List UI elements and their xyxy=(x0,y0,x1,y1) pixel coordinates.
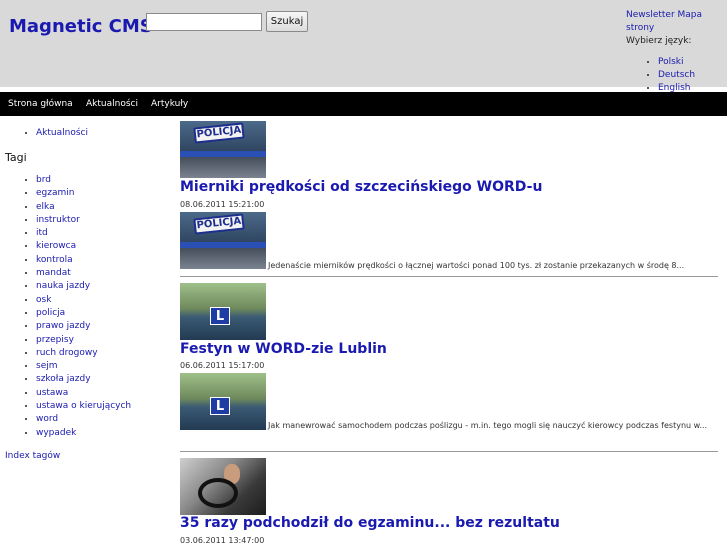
thumbnail-stripe xyxy=(180,242,266,248)
tag-item: egzamin xyxy=(36,187,175,200)
tag-link[interactable]: brd xyxy=(36,175,51,185)
tag-item: przepisy xyxy=(36,334,175,347)
header-links: Newsletter Mapa strony Wybierz język: Po… xyxy=(626,9,727,95)
nav-item-articles[interactable]: Artykuły xyxy=(151,99,188,109)
language-link-polski[interactable]: Polski xyxy=(658,57,684,67)
tag-item: osk xyxy=(36,294,175,307)
article-divider xyxy=(180,276,718,277)
tag-link[interactable]: przepisy xyxy=(36,335,74,345)
category-item: Aktualności xyxy=(36,127,88,140)
article-title[interactable]: 35 razy podchodził do egzaminu... bez re… xyxy=(180,515,560,531)
tag-item: ustawa o kierujących xyxy=(36,400,175,413)
header: Magnetic CMS Szukaj Newsletter Mapa stro… xyxy=(0,0,727,93)
article-date: 06.06.2011 15:17:00 xyxy=(180,361,265,370)
tag-item: instruktor xyxy=(36,214,175,227)
site-title[interactable]: Magnetic CMS xyxy=(9,16,153,37)
l-sign: L xyxy=(210,307,230,325)
tag-link[interactable]: egzamin xyxy=(36,188,74,198)
language-link-deutsch[interactable]: Deutsch xyxy=(658,70,695,80)
tag-link[interactable]: prawo jazdy xyxy=(36,321,90,331)
tag-index-link[interactable]: Index tagów xyxy=(5,451,60,461)
tag-link[interactable]: kontrola xyxy=(36,255,73,265)
article-lead: Jedenaście mierników prędkości o łącznej… xyxy=(268,261,685,270)
tag-item: kierowca xyxy=(36,240,175,253)
tag-link[interactable]: elka xyxy=(36,202,55,212)
tag-link[interactable]: nauka jazdy xyxy=(36,281,90,291)
article-date: 08.06.2011 15:21:00 xyxy=(180,200,265,209)
article-title[interactable]: Mierniki prędkości od szczecińskiego WOR… xyxy=(180,179,542,195)
article-lead-image[interactable]: POLICJA xyxy=(180,212,266,269)
l-sign: L xyxy=(210,397,230,415)
tag-link[interactable]: mandat xyxy=(36,268,71,278)
tag-item: kontrola xyxy=(36,254,175,267)
steering-wheel xyxy=(198,478,238,508)
tag-link[interactable]: policja xyxy=(36,308,65,318)
tag-link[interactable]: itd xyxy=(36,228,48,238)
choose-language-label: Wybierz język: xyxy=(626,36,692,46)
tag-link[interactable]: szkoła jazdy xyxy=(36,374,91,384)
article-thumbnail[interactable] xyxy=(180,458,266,515)
tag-item: prawo jazdy xyxy=(36,320,175,333)
police-sign: POLICJA xyxy=(193,213,245,235)
article-thumbnail[interactable]: POLICJA xyxy=(180,121,266,178)
tag-link[interactable]: ruch drogowy xyxy=(36,348,98,358)
tag-item: word xyxy=(36,413,175,426)
nav-item-home[interactable]: Strona główna xyxy=(8,99,73,109)
language-list: Polski Deutsch English xyxy=(626,56,727,95)
tag-item: elka xyxy=(36,201,175,214)
tag-link[interactable]: wypadek xyxy=(36,428,76,438)
tag-item: szkoła jazdy xyxy=(36,373,175,386)
article-lead: Jak manewrować samochodem podczas pośliz… xyxy=(268,421,708,430)
article-title[interactable]: Festyn w WORD-zie Lublin xyxy=(180,341,387,357)
language-item: Polski xyxy=(658,56,727,69)
language-item: Deutsch xyxy=(658,69,727,82)
tag-item: itd xyxy=(36,227,175,240)
tag-item: nauka jazdy xyxy=(36,280,175,293)
tag-item: ustawa xyxy=(36,387,175,400)
main-nav: Strona główna Aktualności Artykuły xyxy=(0,92,727,116)
tag-link[interactable]: word xyxy=(36,414,58,424)
search-button[interactable]: Szukaj xyxy=(266,11,308,32)
article-date: 03.06.2011 13:47:00 xyxy=(180,536,265,545)
tag-item: brd xyxy=(36,174,175,187)
tag-list: brd egzamin elka instruktor itd kierowca… xyxy=(0,174,175,440)
police-sign: POLICJA xyxy=(193,122,245,144)
tag-item: sejm xyxy=(36,360,175,373)
tag-link[interactable]: kierowca xyxy=(36,241,76,251)
tag-item: ruch drogowy xyxy=(36,347,175,360)
tag-link[interactable]: ustawa xyxy=(36,388,68,398)
newsletter-link[interactable]: Newsletter xyxy=(626,10,675,20)
article-thumbnail[interactable]: L xyxy=(180,283,266,340)
tag-item: policja xyxy=(36,307,175,320)
tag-link[interactable]: ustawa o kierujących xyxy=(36,401,131,411)
tags-heading: Tagi xyxy=(5,151,27,164)
search-input[interactable] xyxy=(146,13,262,31)
article-divider xyxy=(180,451,718,452)
tag-item: wypadek xyxy=(36,427,175,440)
tag-link[interactable]: sejm xyxy=(36,361,58,371)
tag-item: mandat xyxy=(36,267,175,280)
tag-link[interactable]: instruktor xyxy=(36,215,80,225)
category-list: Aktualności xyxy=(0,127,88,140)
thumbnail-stripe xyxy=(180,151,266,157)
tag-link[interactable]: osk xyxy=(36,295,51,305)
nav-item-news[interactable]: Aktualności xyxy=(86,99,138,109)
category-link[interactable]: Aktualności xyxy=(36,128,88,138)
